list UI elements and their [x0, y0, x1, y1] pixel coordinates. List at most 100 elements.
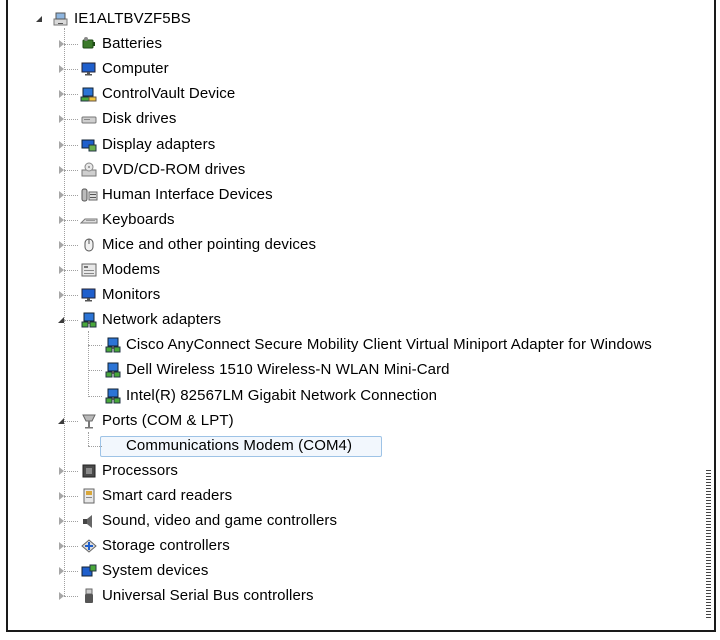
tree-connector [64, 194, 78, 196]
tree-category-display-adapters-label: Display adapters [102, 135, 216, 153]
tree-category-system[interactable]: System devices [8, 560, 708, 582]
tree-category-smart-card-label: Smart card readers [102, 486, 233, 504]
tree-connector [64, 44, 78, 46]
tree-category-ports-label: Ports (COM & LPT) [102, 411, 234, 429]
network-device-icon [80, 85, 98, 103]
tree-connector [64, 521, 78, 522]
port-icon [80, 412, 98, 430]
tree-category-display-adapters[interactable]: Display adapters [8, 134, 708, 156]
tree-category-controlvault-label: ControlVault Device [102, 85, 236, 103]
tree-device-ports-0[interactable]: Communications Modem (COM4) [8, 435, 708, 457]
tree-category-storage-label: Storage controllers [102, 537, 230, 555]
tree-category-monitors[interactable]: Monitors [8, 284, 708, 306]
tree-connector [88, 431, 89, 446]
tree-connector [64, 94, 78, 96]
tree-category-modems[interactable]: Modems [8, 259, 708, 281]
tree-connector [64, 295, 78, 297]
network-adapter-icon [104, 387, 122, 405]
tree-category-computer[interactable]: Computer [8, 58, 708, 80]
tree-device-network-adapters-0-label: Cisco AnyConnect Secure Mobility Client … [126, 336, 652, 354]
tree-category-mice[interactable]: Mice and other pointing devices [8, 234, 708, 256]
tree-category-disk-drives-label: Disk drives [102, 110, 177, 128]
tree-connector [64, 69, 78, 71]
tree-category-batteries-label: Batteries [102, 35, 163, 53]
tree-category-ports[interactable]: Ports (COM & LPT) [8, 410, 708, 432]
tree-connector [88, 395, 102, 397]
usb-icon [80, 587, 98, 605]
tree-category-storage[interactable]: Storage controllers [8, 535, 708, 557]
tree-connector [88, 370, 102, 372]
collapse-arrow-icon[interactable] [34, 14, 44, 24]
tree-category-sound[interactable]: Sound, video and game controllers [8, 510, 708, 532]
disk-drive-icon [80, 110, 98, 128]
smart-card-icon [80, 487, 98, 505]
tree-category-smart-card[interactable]: Smart card readers [8, 485, 708, 507]
tree-connector [64, 470, 78, 472]
monitor-icon [80, 60, 98, 78]
tree-category-system-label: System devices [102, 562, 209, 580]
tree-device-network-adapters-1[interactable]: Dell Wireless 1510 Wireless-N WLAN Mini-… [8, 359, 708, 381]
computer-root-icon [52, 10, 70, 28]
tree-device-network-adapters-2[interactable]: Intel(R) 82567LM Gigabit Network Connect… [8, 385, 708, 407]
tree-connector [88, 331, 89, 396]
keyboard-icon [80, 211, 98, 229]
tree-connector [64, 144, 78, 146]
modem-icon [80, 261, 98, 279]
battery-icon [80, 35, 98, 53]
tree-category-disk-drives[interactable]: Disk drives [8, 108, 708, 130]
network-adapter-icon [80, 311, 98, 329]
tree-category-processors-label: Processors [102, 461, 179, 479]
tree-root-computer[interactable]: IE1ALTBVZF5BS [8, 8, 708, 30]
tree-category-hid-label: Human Interface Devices [102, 185, 273, 203]
tree-device-network-adapters-0[interactable]: Cisco AnyConnect Secure Mobility Client … [8, 334, 708, 356]
tree-category-hid[interactable]: Human Interface Devices [8, 184, 708, 206]
tree-connector [64, 270, 78, 271]
dvd-drive-icon [80, 161, 98, 179]
device-tree[interactable]: IE1ALTBVZF5BS Batteries Computer ControlVau… [8, 0, 708, 630]
network-adapter-icon [104, 361, 122, 379]
tree-category-dvd[interactable]: DVD/CD-ROM drives [8, 159, 708, 181]
tree-connector [64, 571, 78, 573]
system-device-icon [80, 562, 98, 580]
tree-device-ports-0-label: Communications Modem (COM4) [126, 436, 353, 454]
tree-category-processors[interactable]: Processors [8, 460, 708, 482]
tree-category-computer-label: Computer [102, 60, 169, 78]
tree-connector [88, 445, 102, 447]
tree-connector [88, 345, 102, 347]
tree-device-network-adapters-1-label: Dell Wireless 1510 Wireless-N WLAN Mini-… [126, 361, 450, 379]
processor-icon [80, 462, 98, 480]
scrollbar-edge [706, 470, 711, 620]
storage-controller-icon [80, 537, 98, 555]
speaker-icon [80, 512, 98, 530]
display-adapter-icon [80, 136, 98, 154]
tree-root-computer-label: IE1ALTBVZF5BS [74, 10, 191, 27]
tree-connector [64, 596, 78, 598]
tree-category-controlvault[interactable]: ControlVault Device [8, 83, 708, 105]
tree-connector [64, 219, 78, 221]
tree-category-usb[interactable]: Universal Serial Bus controllers [8, 585, 708, 607]
tree-connector [64, 546, 78, 548]
tree-category-dvd-label: DVD/CD-ROM drives [102, 160, 246, 178]
tree-category-monitors-label: Monitors [102, 286, 161, 304]
network-adapter-icon [104, 336, 122, 354]
monitor-icon [80, 286, 98, 304]
tree-category-keyboards[interactable]: Keyboards [8, 209, 708, 231]
tree-device-network-adapters-2-label: Intel(R) 82567LM Gigabit Network Connect… [126, 386, 438, 404]
mouse-icon [80, 236, 98, 254]
tree-category-network-adapters[interactable]: Network adapters [8, 309, 708, 331]
tree-category-batteries[interactable]: Batteries [8, 33, 708, 55]
device-manager-tree-panel: IE1ALTBVZF5BS Batteries Computer ControlVau… [6, 0, 716, 632]
tree-connector [64, 169, 78, 171]
tree-category-keyboards-label: Keyboards [102, 210, 175, 228]
tree-category-network-adapters-label: Network adapters [102, 311, 222, 329]
tree-category-sound-label: Sound, video and game controllers [102, 512, 338, 529]
tree-category-modems-label: Modems [102, 261, 161, 278]
tree-connector [64, 320, 78, 322]
tree-category-usb-label: Universal Serial Bus controllers [102, 587, 314, 605]
hid-icon [80, 186, 98, 204]
tree-connector [64, 119, 78, 121]
tree-connector [64, 28, 65, 597]
tree-category-mice-label: Mice and other pointing devices [102, 235, 317, 253]
tree-connector [64, 495, 78, 497]
tree-connector [64, 420, 78, 422]
